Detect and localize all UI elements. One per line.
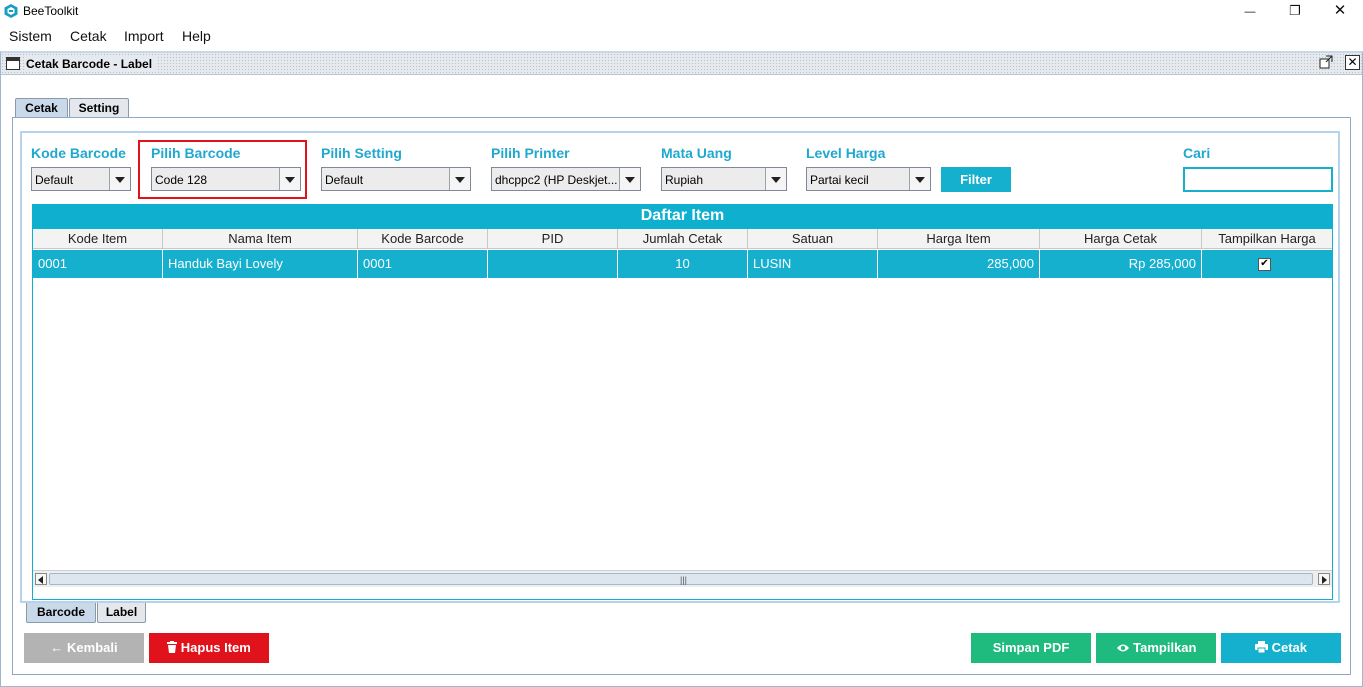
cell-kode-item[interactable]: 0001 bbox=[33, 250, 163, 278]
cell-kode-barcode[interactable]: 0001 bbox=[358, 250, 488, 278]
column-header-satuan[interactable]: Satuan bbox=[748, 229, 878, 249]
cetak-label: Cetak bbox=[1271, 640, 1308, 655]
scroll-thumb[interactable]: ||| bbox=[49, 573, 1313, 585]
pilih-setting-select[interactable]: Default bbox=[321, 167, 471, 191]
cari-label: Cari bbox=[1183, 145, 1211, 161]
kode-barcode-label: Kode Barcode bbox=[31, 145, 126, 161]
tampilkan-label: Tampilkan bbox=[1133, 640, 1197, 655]
cell-pid[interactable] bbox=[488, 250, 618, 278]
close-icon: ✕ bbox=[1347, 55, 1358, 69]
horizontal-scrollbar[interactable]: ||| bbox=[33, 570, 1332, 587]
column-header-harga-cetak[interactable]: Harga Cetak bbox=[1040, 229, 1202, 249]
kembali-label: Kembali bbox=[67, 640, 118, 655]
kembali-button[interactable]: ← Kembali bbox=[24, 633, 144, 663]
column-header-tampilkan-harga[interactable]: Tampilkan Harga bbox=[1202, 229, 1332, 249]
chevron-down-icon bbox=[765, 168, 786, 190]
column-header-jumlah-cetak[interactable]: Jumlah Cetak bbox=[618, 229, 748, 249]
column-header-harga-item[interactable]: Harga Item bbox=[878, 229, 1040, 249]
title-bar bbox=[0, 0, 1363, 24]
internal-frame-title: Cetak Barcode - Label bbox=[26, 57, 157, 71]
chevron-down-icon bbox=[109, 168, 130, 190]
hapus-item-label: Hapus Item bbox=[180, 640, 251, 655]
cell-harga-cetak[interactable]: Rp 285,000 bbox=[1040, 250, 1202, 278]
menu-help[interactable]: Help bbox=[182, 28, 211, 44]
level-harga-value: Partai kecil bbox=[810, 173, 869, 187]
scroll-right-button[interactable] bbox=[1318, 573, 1330, 585]
hapus-item-button[interactable]: Hapus Item bbox=[149, 633, 269, 663]
eye-icon bbox=[1116, 644, 1129, 652]
simpan-pdf-button[interactable]: Simpan PDF bbox=[971, 633, 1091, 663]
tab-barcode[interactable]: Barcode bbox=[26, 603, 96, 623]
cell-tampilkan-harga[interactable]: ✔ bbox=[1202, 250, 1332, 278]
mata-uang-select[interactable]: Rupiah bbox=[661, 167, 787, 191]
pilih-printer-label: Pilih Printer bbox=[491, 145, 570, 161]
cell-jumlah-cetak[interactable]: 10 bbox=[618, 250, 748, 278]
frame-window-icon bbox=[6, 57, 20, 70]
cell-nama-item[interactable]: Handuk Bayi Lovely bbox=[163, 250, 358, 278]
cetak-button[interactable]: Cetak bbox=[1221, 633, 1341, 663]
printer-icon bbox=[1254, 641, 1268, 654]
minimize-button[interactable]: — bbox=[1227, 0, 1273, 24]
menu-cetak[interactable]: Cetak bbox=[70, 28, 107, 44]
pilih-setting-label: Pilih Setting bbox=[321, 145, 402, 161]
tampilkan-harga-checkbox[interactable]: ✔ bbox=[1258, 258, 1271, 271]
scroll-left-button[interactable] bbox=[35, 573, 47, 585]
tampilkan-button[interactable]: Tampilkan bbox=[1096, 633, 1216, 663]
level-harga-select[interactable]: Partai kecil bbox=[806, 167, 931, 191]
table-header-row: Kode Item Nama Item Kode Barcode PID Jum… bbox=[33, 229, 1332, 249]
frame-close-button[interactable]: ✕ bbox=[1345, 55, 1360, 70]
column-header-pid[interactable]: PID bbox=[488, 229, 618, 249]
pilih-printer-select[interactable]: dhcppc2 (HP Deskjet... bbox=[491, 167, 641, 191]
arrow-left-icon: ← bbox=[50, 640, 64, 655]
pilih-printer-value: dhcppc2 (HP Deskjet... bbox=[495, 173, 618, 187]
menu-import[interactable]: Import bbox=[124, 28, 164, 44]
detach-icon bbox=[1319, 55, 1333, 69]
table-row[interactable]: 0001 Handuk Bayi Lovely 0001 10 LUSIN 28… bbox=[33, 250, 1332, 278]
cell-harga-item[interactable]: 285,000 bbox=[878, 250, 1040, 278]
close-button[interactable]: ✕ bbox=[1317, 0, 1363, 24]
tab-cetak[interactable]: Cetak bbox=[15, 98, 68, 118]
kode-barcode-value: Default bbox=[35, 173, 74, 187]
column-header-kode-barcode[interactable]: Kode Barcode bbox=[358, 229, 488, 249]
column-header-kode-item[interactable]: Kode Item bbox=[33, 229, 163, 249]
item-table bbox=[32, 229, 1333, 600]
search-input[interactable] bbox=[1183, 167, 1333, 192]
minimize-icon: — bbox=[1244, 6, 1256, 18]
grip-icon: ||| bbox=[680, 575, 688, 585]
app-logo-icon bbox=[3, 3, 19, 19]
table-title: Daftar Item bbox=[32, 204, 1333, 229]
pilih-setting-value: Default bbox=[325, 173, 364, 187]
chevron-down-icon bbox=[449, 168, 470, 190]
trash-icon bbox=[167, 641, 178, 653]
column-header-nama-item[interactable]: Nama Item bbox=[163, 229, 358, 249]
frame-detach-button[interactable] bbox=[1318, 55, 1334, 71]
tab-label[interactable]: Label bbox=[97, 603, 146, 623]
menu-sistem[interactable]: Sistem bbox=[9, 28, 52, 44]
tab-setting[interactable]: Setting bbox=[69, 98, 129, 118]
kode-barcode-select[interactable]: Default bbox=[31, 167, 131, 191]
chevron-down-icon bbox=[619, 168, 640, 190]
window-title: BeeToolkit bbox=[23, 4, 79, 18]
cell-satuan[interactable]: LUSIN bbox=[748, 250, 878, 278]
filter-button[interactable]: Filter bbox=[941, 167, 1011, 192]
chevron-down-icon bbox=[909, 168, 930, 190]
maximize-button[interactable]: ❐ bbox=[1272, 0, 1318, 24]
mata-uang-label: Mata Uang bbox=[661, 145, 732, 161]
close-icon: ✕ bbox=[1333, 2, 1347, 19]
level-harga-label: Level Harga bbox=[806, 145, 886, 161]
internal-frame-header[interactable] bbox=[1, 53, 1362, 75]
mata-uang-value: Rupiah bbox=[665, 173, 704, 187]
highlight-box bbox=[138, 140, 307, 199]
restore-icon: ❐ bbox=[1289, 3, 1301, 18]
